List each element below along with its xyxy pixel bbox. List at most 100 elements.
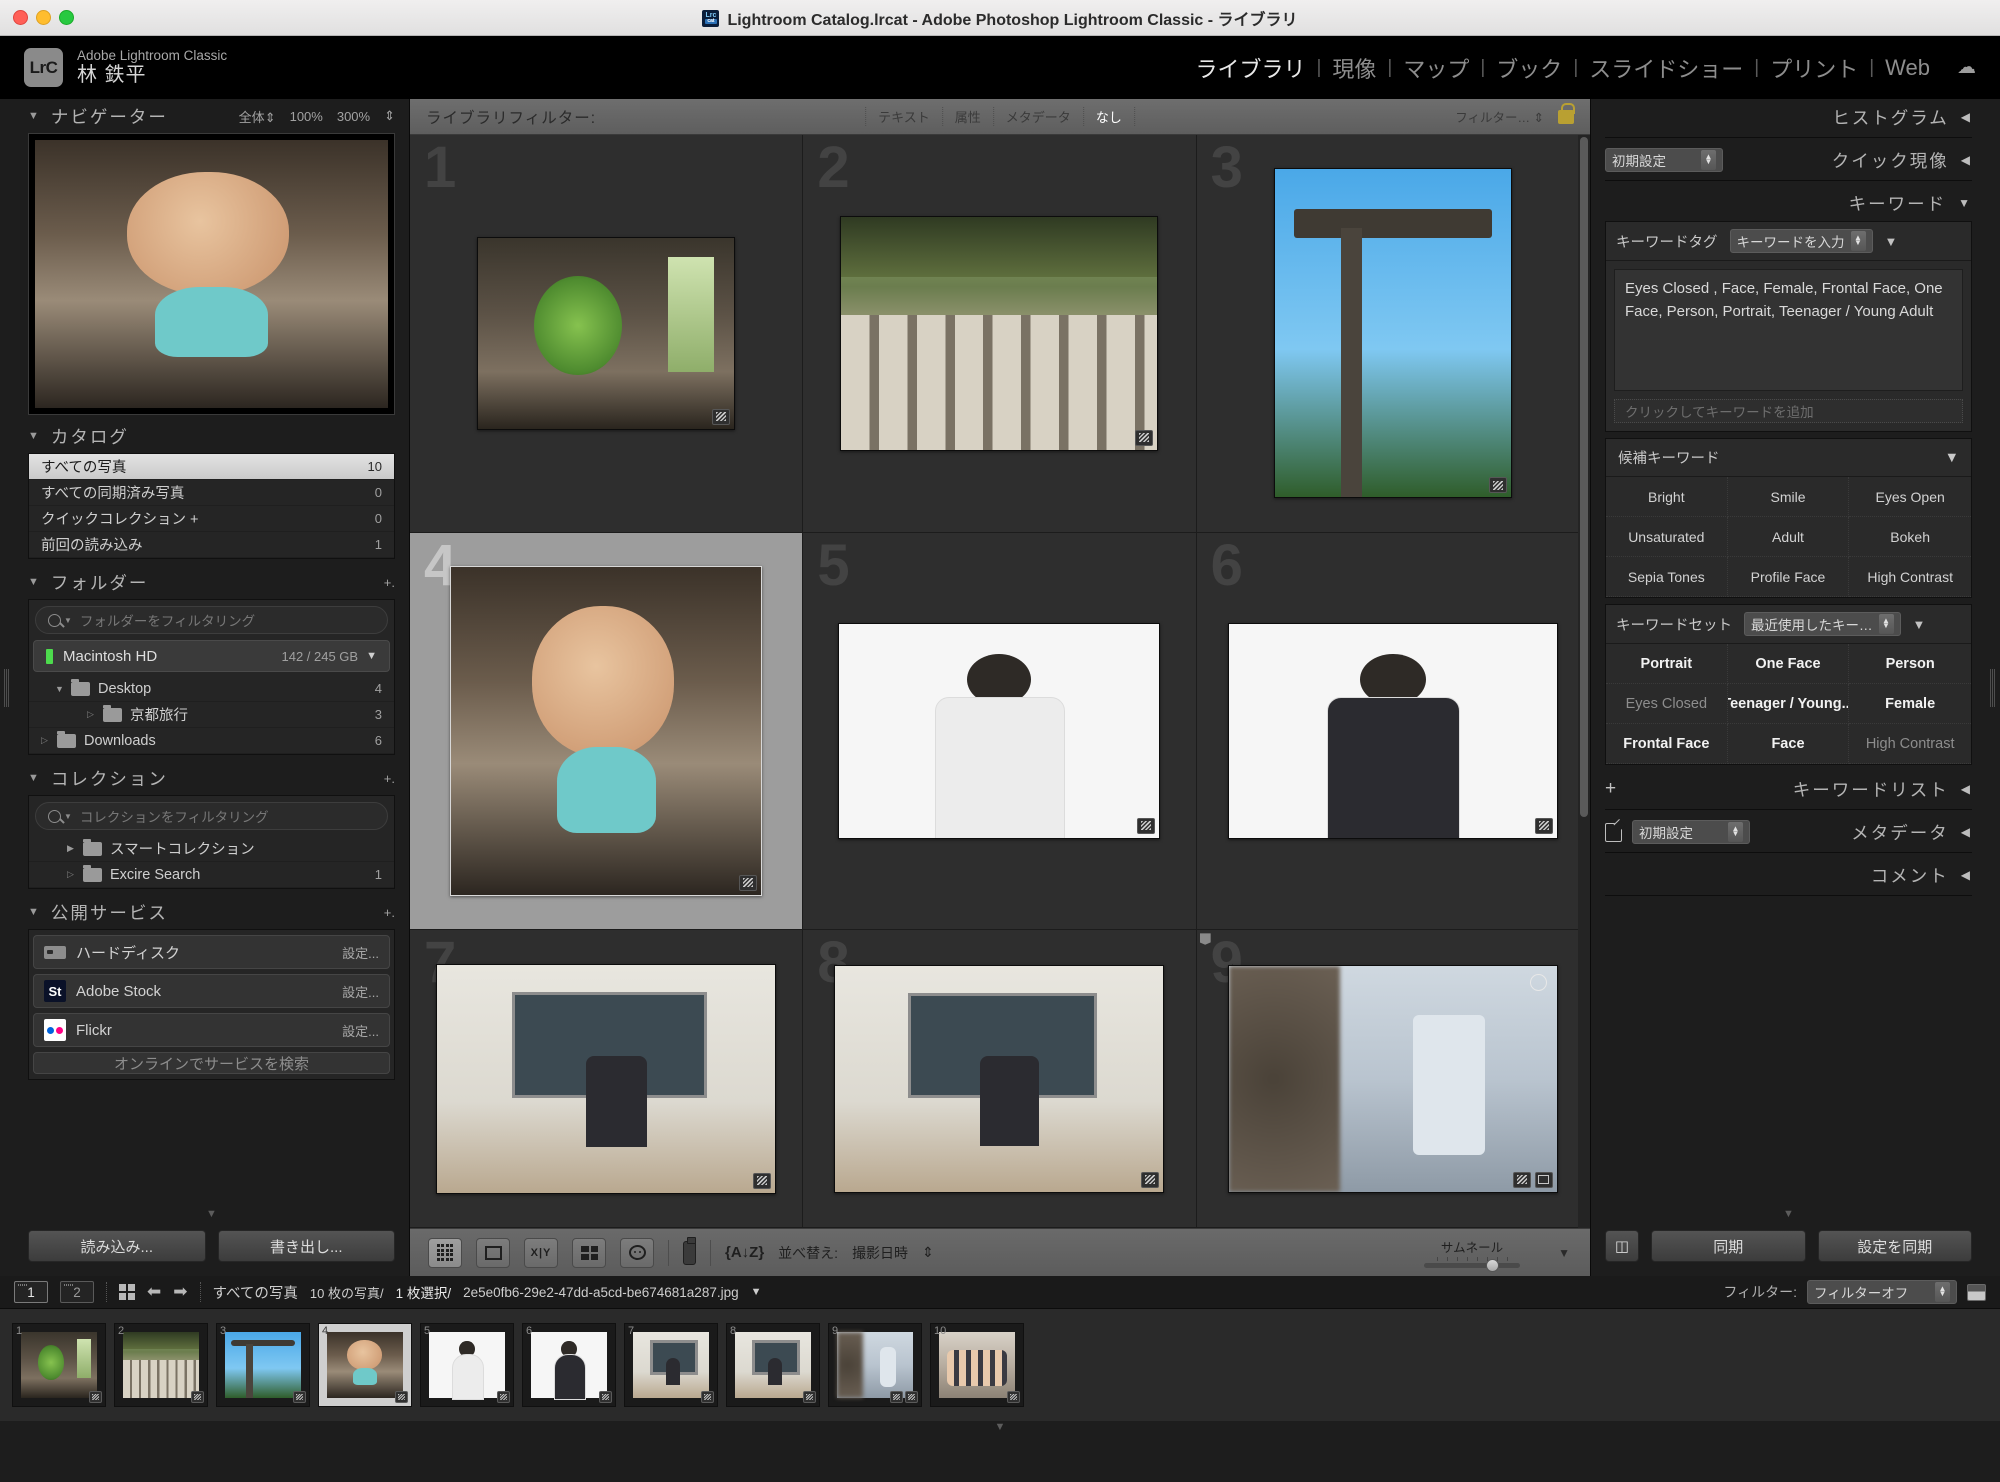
filmstrip-thumb-selected[interactable]: 4 [318,1323,412,1407]
suggested-keyword-button[interactable]: Smile [1727,477,1850,517]
filmstrip-filter-select[interactable]: フィルターオフ ▲ ▼ [1807,1280,1957,1304]
right-panel-collapse-arrow[interactable]: ▼ [1591,1208,1986,1220]
histogram-header[interactable]: ヒストグラム ◀ [1605,99,1972,135]
chevron-down-icon[interactable]: ▼ [1945,450,1959,466]
keyword-set-button[interactable]: Frontal Face [1606,724,1728,764]
sort-stepper-icon[interactable]: ⇕ [922,1244,934,1261]
grid-cell[interactable]: 5 [803,532,1197,931]
keyword-set-button[interactable]: Eyes Closed [1606,684,1728,724]
chevron-down-icon[interactable]: ▼ [1885,234,1898,249]
chevron-left-icon[interactable]: ◀ [1961,868,1972,882]
stepper-icon[interactable]: ▲ ▼ [1935,1282,1950,1302]
screen-1-button[interactable]: 1 [14,1281,48,1303]
publish-setup-button[interactable]: 設定... [342,982,379,1001]
badge-circle-icon[interactable] [1529,973,1547,991]
catalog-header[interactable]: ▼ カタログ [28,419,395,453]
publish-item-adobe-stock[interactable]: St Adobe Stock 設定... [33,974,390,1008]
module-web[interactable]: Web [1874,55,1941,81]
close-button[interactable] [13,10,28,25]
chevron-down-icon[interactable]: ▼ [28,110,41,122]
suggested-keyword-button[interactable]: Bokeh [1849,517,1971,557]
module-picker[interactable]: ライブラリ | 現像 | マップ | ブック | スライドショー | プリント … [1184,52,1976,84]
keyword-set-button[interactable]: Face [1727,724,1850,764]
export-button[interactable]: 書き出し... [217,1230,395,1262]
photo-thumbnail[interactable] [834,964,1165,1193]
filmstrip-filter-group[interactable]: フィルター: フィルターオフ ▲ ▼ [1723,1280,1986,1304]
survey-view-icon[interactable] [572,1237,606,1268]
grid-cell[interactable]: 1 [410,135,804,533]
screen-2-button[interactable]: 2 [60,1281,94,1303]
left-panel-grip[interactable] [0,99,14,1276]
zoom-fit[interactable]: 全体⇕ [239,107,276,126]
grid-cell[interactable]: 6 [1196,532,1590,931]
suggested-keywords-grid[interactable]: Bright Smile Eyes Open Unsaturated Adult… [1606,477,1971,597]
folders-filter-input[interactable]: ▼ フォルダーをフィルタリング [35,606,388,634]
filmstrip-thumb[interactable]: 1 [12,1323,106,1407]
module-print[interactable]: プリント [1759,52,1869,84]
folder-item-kyoto[interactable]: ▷ 京都旅行 3 [29,702,394,728]
minimize-button[interactable] [36,10,51,25]
photo-thumbnail[interactable] [450,565,763,896]
metadata-preset-group[interactable]: 初期設定 ▲ ▼ [1605,820,1750,844]
keyword-list-header[interactable]: + キーワードリスト ◀ [1605,771,1972,807]
chevron-down-icon[interactable]: ▼ [64,616,72,625]
stepper-icon[interactable]: ▲ ▼ [1701,150,1716,170]
filter-tab-attribute[interactable]: 属性 [941,107,993,126]
keyword-set-button[interactable]: One Face [1727,644,1850,684]
filmstrip-collapse-arrow[interactable]: ▼ [0,1421,2000,1436]
keyword-set-button[interactable]: Female [1849,684,1971,724]
people-view-icon[interactable] [620,1237,654,1268]
folder-item-downloads[interactable]: ▷ Downloads 6 [29,728,394,754]
chevron-down-icon[interactable]: ▼ [28,772,41,784]
publish-find-more-services[interactable]: オンラインでサービスを検索 [33,1052,390,1074]
publish-services-header[interactable]: ▼ 公開サービス +. [28,895,395,929]
navigator-zoom-controls[interactable]: 全体⇕ 100% 300% ⇕ [239,107,395,126]
collection-item-smart[interactable]: ▶ スマートコレクション [29,836,394,862]
metadata-note-icon[interactable] [1605,822,1622,842]
filter-preset-dropdown[interactable]: フィルター… ⇕ [1455,107,1544,126]
catalog-item-quick-collection[interactable]: クイックコレクション + 0 [29,506,394,532]
suggested-keyword-button[interactable]: High Contrast [1849,557,1971,597]
module-map[interactable]: マップ [1392,52,1480,84]
window-controls[interactable] [0,10,74,25]
grid-toolbar[interactable]: X|Y {A↓Z} 並べ替え: 撮影日時 ⇕ サムネール ▼ [410,1228,1590,1276]
chevron-left-icon[interactable]: ◀ [1961,782,1972,796]
add-folder-button[interactable]: +. [384,575,395,590]
navigator-header[interactable]: ▼ ナビゲーター 全体⇕ 100% 300% ⇕ [28,99,395,133]
library-filter-bar[interactable]: ライブラリフィルター: テキスト 属性 メタデータ なし フィルター… ⇕ [410,99,1590,135]
filmstrip-thumb[interactable]: 5 [420,1323,514,1407]
sync-button[interactable]: 同期 [1651,1230,1806,1262]
publish-item-flickr[interactable]: Flickr 設定... [33,1013,390,1047]
chevron-down-icon[interactable]: ▼ [28,906,41,918]
keyword-set-button[interactable]: Person [1849,644,1971,684]
photo-thumbnail[interactable] [840,215,1159,451]
photo-thumbnail[interactable] [477,236,736,430]
photo-thumbnail[interactable] [838,622,1161,839]
filmstrip-source[interactable]: すべての写真 [213,1282,298,1303]
grid-cell[interactable]: 8 [803,930,1197,1228]
module-library[interactable]: ライブラリ [1184,52,1316,84]
quick-develop-header[interactable]: 初期設定 ▲ ▼ クイック現像 ◀ [1605,142,1972,178]
disclosure-dots-icon[interactable]: ▷ [67,869,83,880]
grid-cell[interactable]: 9 [1196,930,1590,1228]
grid-view-toggle-icon[interactable] [119,1284,135,1300]
chevron-down-icon[interactable]: ▼ [64,812,72,821]
module-book[interactable]: ブック [1485,52,1573,84]
collections-header[interactable]: ▼ コレクション +. [28,761,395,795]
filmstrip-status-bar[interactable]: 1 2 ⬅ ➡ すべての写真 10 枚の写真/ 1 枚選択/ 2e5e0fb6-… [0,1276,2000,1309]
folders-header[interactable]: ▼ フォルダー +. [28,565,395,599]
grid-cell-selected[interactable]: 4 [410,532,804,931]
photo-thumbnail[interactable] [1227,622,1558,839]
chevron-down-icon[interactable]: ▼ [1913,617,1926,632]
grid-cell[interactable]: 7 [410,930,804,1228]
grid-view-icon[interactable] [428,1237,462,1268]
thumbnail-size-slider[interactable]: サムネール [1424,1237,1520,1272]
compare-view-icon[interactable]: X|Y [524,1237,558,1268]
chevron-down-icon[interactable]: ▼ [28,430,41,442]
catalog-item-all-synced[interactable]: すべての同期済み写真 0 [29,480,394,506]
quick-develop-preset[interactable]: 初期設定 ▲ ▼ [1605,148,1723,172]
suggested-keyword-button[interactable]: Adult [1727,517,1850,557]
folder-volume-macintosh-hd[interactable]: Macintosh HD 142 / 245 GB ▼ [33,640,390,672]
keyword-set-button[interactable]: Teenager / Young... [1727,684,1850,724]
library-filter-tabs[interactable]: テキスト 属性 メタデータ なし [865,107,1135,126]
